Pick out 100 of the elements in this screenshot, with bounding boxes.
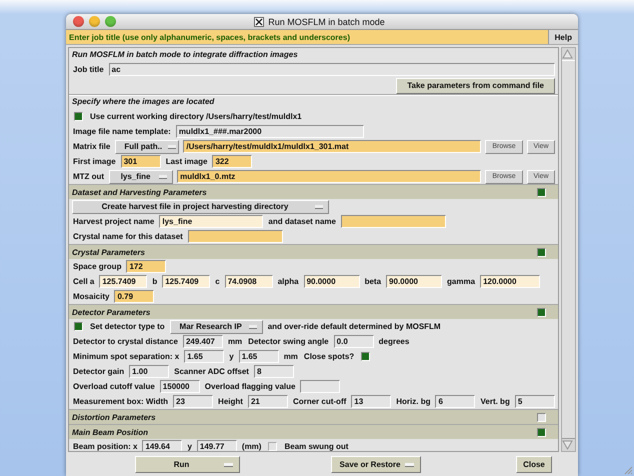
text-field[interactable]: 1.00 — [129, 365, 170, 378]
field-label: mm — [226, 337, 244, 346]
text-field[interactable]: 125.7409 — [99, 275, 148, 288]
field-label: Close spots? — [302, 352, 356, 361]
text-field[interactable] — [188, 230, 283, 243]
text-field[interactable]: 322 — [212, 155, 252, 168]
scroll-up-icon[interactable] — [562, 48, 573, 60]
text-field[interactable]: /Users/harry/test/muldlx1/muldlx1_301.mat — [183, 140, 481, 153]
dropdown-button[interactable]: Full path.. — [115, 140, 180, 154]
field-label: Image file name template: — [72, 127, 172, 136]
field-label: MTZ out — [72, 172, 106, 181]
help-message: Enter job title (use only alphanumeric, spaces, brackets and underscores) — [68, 32, 351, 42]
scrollbar[interactable] — [561, 47, 576, 452]
text-field[interactable]: 149.77 — [196, 440, 237, 451]
field-label: and over-ride default determined by MOSFLM — [266, 322, 442, 331]
menu-indicator-icon — [159, 174, 168, 178]
field-label: Scanner ADC offset — [173, 367, 250, 376]
text-field[interactable]: 90.0000 — [386, 275, 442, 288]
x-logo-icon — [254, 16, 264, 26]
field-label: Measurement box: Width — [72, 397, 170, 406]
help-button[interactable]: Help — [548, 30, 578, 44]
field-label: c — [214, 277, 221, 286]
resize-grip-icon[interactable] — [623, 465, 633, 475]
dropdown-button[interactable]: Mar Research IP — [170, 320, 263, 334]
menu-indicator-icon — [168, 144, 176, 148]
text-field[interactable]: 6 — [435, 395, 476, 408]
text-field[interactable]: muldlx1_###.mar2000 — [176, 125, 364, 138]
section-title: Crystal Parameters — [72, 248, 145, 256]
field-label: Mosaicity — [72, 292, 110, 301]
text-field[interactable]: 125.7409 — [162, 275, 210, 288]
text-field[interactable]: 90.0000 — [304, 275, 360, 288]
field-label: y — [228, 352, 235, 361]
section-title: Detector Parameters — [72, 308, 150, 316]
text-field[interactable]: ac — [108, 63, 555, 76]
dropdown-button[interactable]: lys_fine — [109, 170, 174, 184]
field-label: Overload cutoff value — [72, 382, 156, 391]
toggle-checkbox[interactable] — [537, 308, 546, 316]
section-title: Main Beam Position — [72, 428, 148, 436]
field-label: beta — [364, 277, 382, 286]
text-field[interactable]: 74.0908 — [224, 275, 273, 288]
field-label: gamma — [446, 277, 476, 286]
text-field[interactable] — [300, 380, 340, 393]
checkbox[interactable] — [74, 322, 83, 331]
field-label: Cell a — [72, 277, 96, 286]
toggle-checkbox[interactable] — [537, 412, 546, 422]
field-label: Height — [217, 397, 244, 406]
text-field[interactable]: 8 — [254, 365, 294, 378]
toggle-checkbox[interactable] — [537, 188, 546, 196]
footer-button[interactable]: Close — [516, 456, 552, 472]
menu-indicator-icon — [248, 324, 257, 328]
text-field[interactable]: 150000 — [160, 380, 200, 393]
field-label: mm — [282, 352, 299, 361]
text-field[interactable]: 13 — [351, 395, 392, 408]
checkbox[interactable] — [268, 442, 278, 451]
text-field[interactable]: muldlx1_0.mtz — [177, 170, 481, 183]
checkbox-label: Set detector type to — [89, 322, 166, 331]
checkbox-label: Use current working directory /Users/harry/test/muldlx1 — [89, 112, 303, 121]
minimize-button[interactable] — [89, 16, 100, 27]
menu-indicator-icon — [315, 204, 323, 208]
text-field[interactable]: 120.0000 — [480, 275, 540, 288]
push-button[interactable]: Take parameters from command file — [396, 78, 555, 94]
footer-button[interactable]: Save or Restore — [331, 456, 421, 472]
window-title: Run MOSFLM in batch mode — [268, 16, 385, 26]
field-label: Matrix file — [72, 142, 112, 151]
field-label: alpha — [276, 277, 300, 286]
close-button[interactable] — [73, 16, 84, 27]
text-field[interactable]: 21 — [248, 395, 288, 408]
text-field[interactable]: 149.64 — [142, 440, 182, 451]
field-label: Beam position: x — [72, 442, 138, 451]
text-field[interactable]: 23 — [173, 395, 214, 408]
field-label: y — [186, 442, 193, 451]
field-label: (mm) — [240, 442, 262, 451]
text-field[interactable]: 172 — [126, 260, 166, 273]
text-field[interactable] — [340, 215, 446, 228]
text-field[interactable]: 301 — [120, 155, 161, 168]
field-label: Minimum spot separation: x — [72, 352, 180, 361]
text-field[interactable]: 1.65 — [238, 350, 279, 363]
toggle-checkbox[interactable] — [537, 428, 546, 436]
text-field[interactable]: 5 — [514, 395, 555, 408]
checkbox-label: Beam swung out — [283, 442, 350, 451]
text-field[interactable]: 1.65 — [184, 350, 224, 363]
field-label: b — [151, 277, 158, 286]
text-field[interactable]: 249.407 — [182, 335, 223, 348]
field-label: Detector gain — [72, 367, 126, 376]
field-label: Overload flagging value — [204, 382, 296, 391]
text-field[interactable]: lys_fine — [159, 215, 264, 228]
dropdown-button[interactable]: Create harvest file in project harvesting directory — [72, 200, 329, 214]
text-field[interactable]: 0.0 — [334, 335, 374, 348]
toggle-checkbox[interactable] — [537, 248, 546, 256]
section-title: Run MOSFLM in batch mode to integrate diffraction images — [71, 49, 299, 61]
field-label: Detector to crystal distance — [72, 337, 179, 346]
field-label: Crystal name for this dataset — [72, 232, 184, 241]
text-field[interactable]: 0.79 — [114, 290, 154, 303]
field-label: Harvest project name — [72, 217, 156, 226]
footer-button[interactable]: Run — [135, 456, 240, 472]
checkbox[interactable] — [361, 352, 370, 361]
zoom-button[interactable] — [105, 16, 116, 27]
field-label: Detector swing angle — [247, 337, 330, 346]
checkbox[interactable] — [74, 112, 83, 121]
scroll-down-icon[interactable] — [562, 439, 573, 451]
